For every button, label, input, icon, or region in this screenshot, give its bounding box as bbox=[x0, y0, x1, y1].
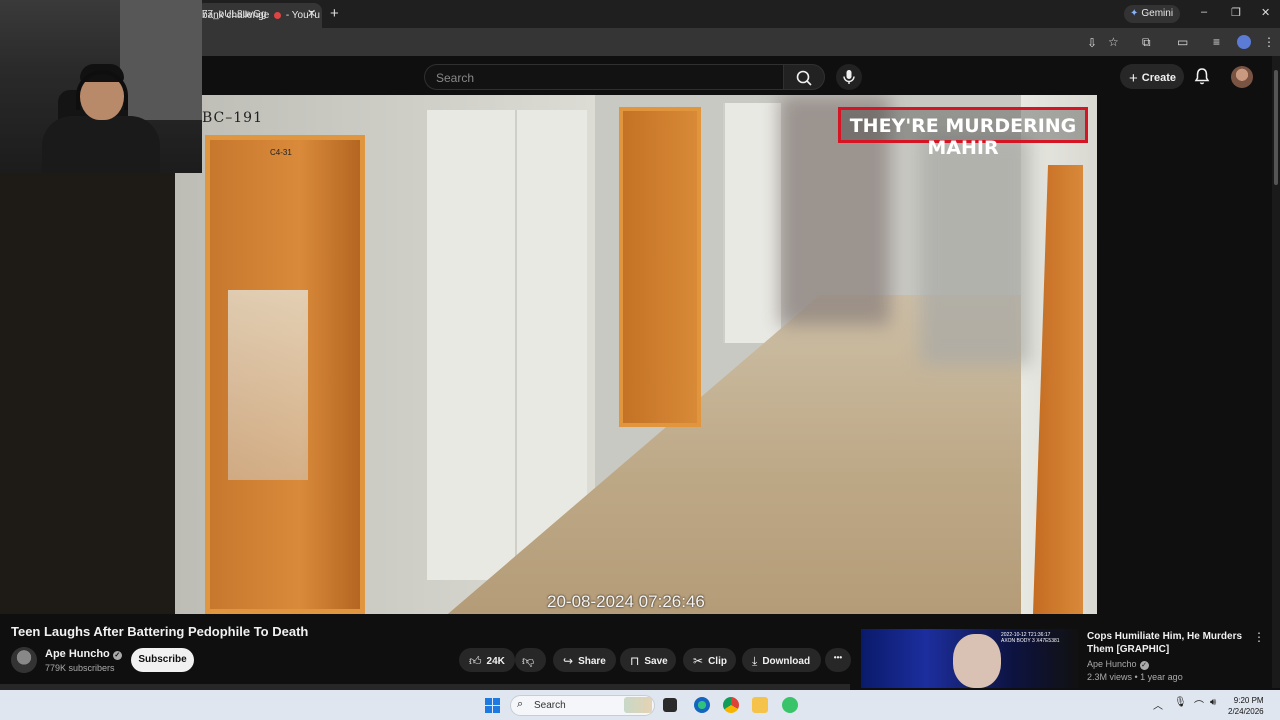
clip-label: Clip bbox=[708, 656, 727, 667]
channel-avatar[interactable] bbox=[11, 647, 37, 673]
chrome-icon[interactable] bbox=[723, 697, 739, 713]
subscriber-count: 779K subscribers bbox=[45, 663, 115, 673]
create-button[interactable]: + Create bbox=[1120, 64, 1184, 89]
recommendation-channel[interactable]: Ape Huncho ✓ bbox=[1087, 659, 1149, 670]
like-count: 24K bbox=[486, 656, 505, 667]
scrollbar-thumb[interactable] bbox=[1274, 70, 1278, 185]
clock-time: 9:20 PM bbox=[1233, 696, 1264, 705]
video-scene-panel bbox=[425, 110, 515, 580]
account-avatar[interactable] bbox=[1231, 66, 1253, 88]
webcam-person-body bbox=[42, 116, 160, 173]
recommendation-meta: 2.3M views • 1 year ago bbox=[1087, 672, 1183, 682]
taskbar-clock[interactable]: 9:20 PM 2/24/2026 bbox=[1228, 695, 1264, 717]
recommendation-more-icon[interactable]: ⋮ bbox=[1253, 630, 1265, 644]
video-timestamp: 20-08-2024 07:26:46 bbox=[547, 592, 705, 611]
blurred-figure bbox=[920, 135, 1030, 365]
clip-button[interactable]: ✂ Clip bbox=[683, 648, 736, 672]
subscribe-button[interactable]: Subscribe bbox=[131, 648, 194, 672]
dislike-button[interactable]: 👎︎ bbox=[515, 648, 546, 672]
video-scene-panel bbox=[723, 103, 781, 343]
task-view-icon[interactable] bbox=[663, 698, 677, 712]
share-button[interactable]: ↪ Share bbox=[553, 648, 616, 672]
save-button[interactable]: ⊓ Save bbox=[620, 648, 676, 672]
microphone-tray-icon[interactable]: 🎙︎ bbox=[1174, 697, 1187, 708]
channel-name-text: Ape Huncho bbox=[45, 648, 110, 660]
tab-close-button[interactable]: ✕ bbox=[307, 7, 316, 20]
video-player[interactable]: BC–191 C4-31 THEY'RE MURDERING MAHIR 20-… bbox=[175, 95, 1097, 614]
share-label: Share bbox=[578, 656, 606, 667]
app-icon[interactable] bbox=[782, 697, 798, 713]
video-title: Teen Laughs After Battering Pedophile To… bbox=[11, 624, 309, 639]
close-window-button[interactable]: ✕ bbox=[1261, 6, 1270, 19]
volume-icon[interactable]: 🔊︎ bbox=[1210, 697, 1216, 708]
thumbs-down-icon: 👎︎ bbox=[522, 654, 535, 668]
thumbnail-osd-text: 2022-10-12 T21:36:17 AXON BODY 3 X47E538… bbox=[1001, 632, 1060, 644]
browser-menu-icon[interactable]: ⋮ bbox=[1263, 35, 1275, 49]
download-icon: ⤓ bbox=[752, 654, 758, 668]
maximize-button[interactable]: ❐ bbox=[1231, 6, 1241, 19]
notifications-button[interactable] bbox=[1194, 67, 1210, 90]
voice-search-button[interactable] bbox=[836, 64, 862, 90]
search-icon bbox=[796, 70, 812, 86]
minimize-button[interactable]: – bbox=[1201, 6, 1207, 18]
bell-icon bbox=[1194, 68, 1210, 85]
thumbs-up-icon: 👍︎ bbox=[469, 654, 482, 668]
edge-icon[interactable] bbox=[694, 697, 710, 713]
verified-icon: ✓ bbox=[112, 651, 122, 660]
scissors-icon: ✂ bbox=[693, 654, 704, 668]
recommendation-title[interactable]: Cops Humiliate Him, He Murders Them [GRA… bbox=[1087, 630, 1247, 656]
extensions-icon[interactable]: ⧉ bbox=[1142, 35, 1151, 50]
plus-icon: + bbox=[1129, 70, 1138, 87]
file-explorer-icon[interactable] bbox=[752, 697, 768, 713]
video-scene-door bbox=[205, 135, 365, 614]
wifi-icon[interactable]: ⌒ bbox=[1194, 697, 1204, 712]
verified-icon: ✓ bbox=[1139, 661, 1149, 670]
recommendation-thumbnail[interactable]: 2022-10-12 T21:36:17 AXON BODY 3 X47E538… bbox=[861, 629, 1078, 688]
webcam-overlay bbox=[0, 0, 202, 173]
video-scene-door bbox=[619, 107, 701, 427]
search-icon: ⌕ bbox=[517, 698, 524, 710]
door-tag-label: C4-31 bbox=[270, 148, 292, 157]
recording-dot-icon bbox=[274, 12, 282, 19]
create-label: Create bbox=[1141, 72, 1177, 84]
save-label: Save bbox=[644, 656, 668, 667]
door-glass bbox=[228, 290, 308, 480]
channel-name[interactable]: Ape Huncho ✓ bbox=[45, 648, 122, 660]
tray-overflow-icon[interactable]: ︿ bbox=[1153, 697, 1163, 712]
gemini-spark-icon: ✦ bbox=[1130, 8, 1139, 19]
search-button[interactable] bbox=[783, 64, 825, 90]
new-tab-button[interactable]: + bbox=[330, 5, 339, 22]
mic-icon bbox=[843, 70, 855, 84]
clock-date: 2/24/2026 bbox=[1228, 707, 1264, 716]
left-background bbox=[0, 173, 175, 614]
gemini-button[interactable]: ✦ Gemini bbox=[1124, 5, 1180, 23]
room-code-label: BC–191 bbox=[202, 110, 263, 126]
search-input[interactable]: Search bbox=[424, 64, 784, 90]
cast-icon[interactable]: ▭ bbox=[1177, 35, 1188, 49]
taskbar-widget-icon[interactable] bbox=[624, 697, 652, 713]
more-actions-button[interactable]: ••• bbox=[825, 648, 851, 672]
bookmark-star-icon[interactable]: ☆ bbox=[1108, 35, 1119, 49]
video-caption-box: THEY'RE MURDERING MAHIR bbox=[838, 107, 1088, 159]
like-button[interactable]: 👍︎ 24K bbox=[459, 648, 515, 672]
url-text[interactable]: 77_oUL8uvGg bbox=[202, 9, 267, 20]
webcam-wall bbox=[120, 0, 202, 120]
bookmark-icon: ⊓ bbox=[630, 654, 640, 668]
reading-list-icon[interactable]: ≡ bbox=[1213, 35, 1220, 49]
right-background bbox=[1097, 95, 1272, 614]
thumbnail-face bbox=[953, 634, 1001, 688]
download-label: Download bbox=[762, 656, 811, 667]
recommendation-channel-text: Ape Huncho bbox=[1087, 659, 1137, 669]
gemini-label: Gemini bbox=[1141, 8, 1174, 19]
share-icon: ↪ bbox=[563, 654, 574, 668]
windows-start-icon[interactable] bbox=[485, 698, 500, 713]
profile-avatar-icon[interactable] bbox=[1237, 35, 1251, 49]
download-button[interactable]: ⤓ Download bbox=[742, 648, 821, 672]
install-app-icon[interactable]: ⇩ bbox=[1087, 36, 1097, 50]
